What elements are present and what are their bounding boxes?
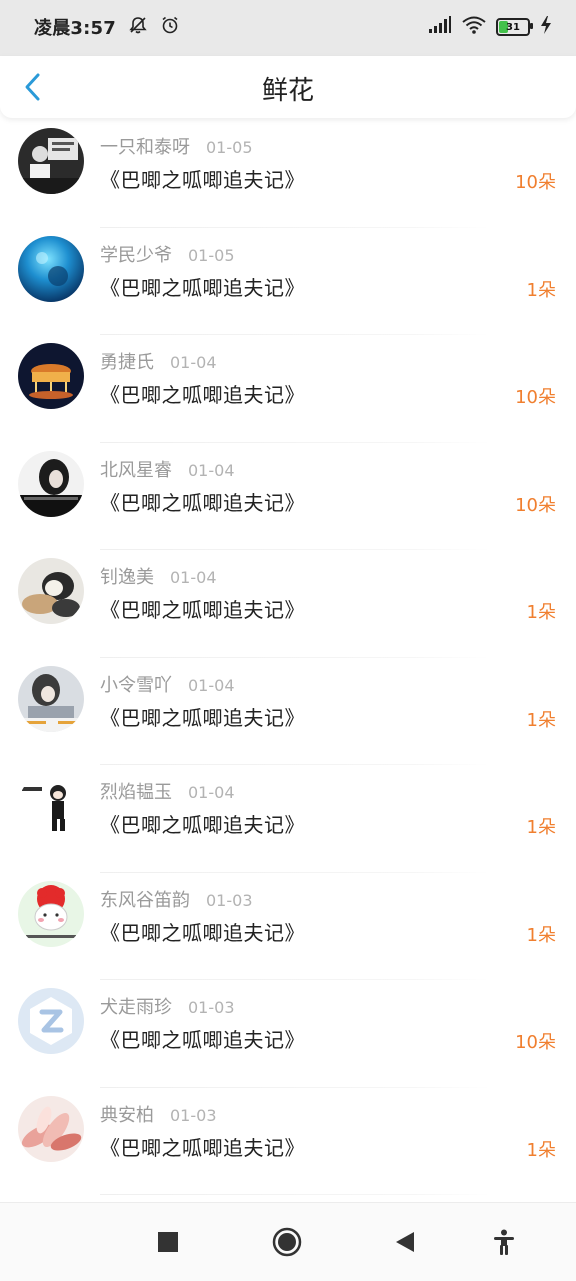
user-name: 学民少爷: [100, 244, 172, 266]
book-title: 《巴唧之呱唧追夫记》: [100, 813, 305, 837]
avatar[interactable]: [18, 1095, 84, 1162]
item-meta: 北风星睿 01-04: [100, 456, 235, 482]
book-title: 《巴唧之呱唧追夫记》: [100, 920, 305, 945]
mute-icon: [128, 15, 148, 39]
status-bar: 凌晨3:57 31: [0, 0, 576, 56]
flower-count: 10朵: [515, 172, 556, 193]
avatar[interactable]: [18, 450, 84, 517]
item-meta: 学民少爷 01-05: [100, 241, 235, 267]
system-nav-bar: [0, 1202, 576, 1281]
flower-count: 10朵: [515, 1032, 556, 1053]
flower-count: 10朵: [515, 387, 556, 408]
item-meta: 典安柏 01-03: [100, 1101, 217, 1127]
gift-date: 01-03: [206, 890, 253, 910]
avatar[interactable]: [18, 988, 84, 1054]
battery-level: 31: [506, 21, 520, 33]
book-title: 《巴唧之呱唧追夫记》: [100, 168, 305, 192]
book-title: 《巴唧之呱唧追夫记》: [100, 490, 305, 515]
avatar[interactable]: [18, 773, 84, 839]
user-name: 勇捷氏: [100, 352, 154, 373]
list-item[interactable]: 勇捷氏 01-04 《巴唧之呱唧追夫记》 10朵: [0, 335, 576, 443]
flower-gift-list: 一只和泰呀 01-05 《巴唧之呱唧追夫记》 10朵 学民少爷 01-05 《巴…: [0, 120, 576, 1195]
accessibility-button[interactable]: [487, 1227, 521, 1261]
user-name: 典安柏: [100, 1104, 154, 1126]
flower-count: 1朵: [526, 602, 556, 623]
accessibility-icon: [492, 1229, 516, 1259]
list-item[interactable]: 犬走雨珍 01-03 《巴唧之呱唧追夫记》 10朵: [0, 980, 576, 1088]
recents-button[interactable]: [151, 1227, 185, 1261]
home-circle-icon: [272, 1227, 302, 1261]
item-meta: 东风谷笛韵 01-03: [100, 886, 253, 912]
item-meta: 烈焰韫玉 01-04: [100, 778, 235, 804]
avatar[interactable]: [18, 665, 84, 732]
avatar[interactable]: [18, 558, 84, 624]
recents-square-icon: [157, 1231, 179, 1257]
status-time: 凌晨3:57: [34, 18, 116, 39]
gift-date: 01-04: [170, 568, 217, 587]
book-title: 《巴唧之呱唧追夫记》: [100, 705, 305, 730]
list-item[interactable]: 小令雪吖 01-04 《巴唧之呱唧追夫记》 1朵: [0, 658, 576, 765]
list-item[interactable]: 典安柏 01-03 《巴唧之呱唧追夫记》 1朵: [0, 1088, 576, 1195]
status-right: 31: [428, 16, 552, 38]
user-name: 北风星睿: [100, 459, 172, 481]
gift-date: 01-04: [188, 675, 235, 695]
back-nav-button[interactable]: [388, 1227, 422, 1261]
avatar[interactable]: [18, 343, 84, 409]
alarm-icon: [160, 15, 180, 39]
book-title: 《巴唧之呱唧追夫记》: [100, 383, 305, 407]
gift-date: 01-04: [170, 353, 217, 372]
item-meta: 小令雪吖 01-04: [100, 671, 235, 697]
divider: [100, 1194, 490, 1195]
gift-date: 01-05: [188, 245, 235, 265]
item-meta: 勇捷氏 01-04: [100, 348, 217, 374]
gift-date: 01-03: [188, 998, 235, 1017]
item-meta: 一只和泰呀 01-05: [100, 133, 253, 159]
list-item[interactable]: 一只和泰呀 01-05 《巴唧之呱唧追夫记》 10朵: [0, 120, 576, 228]
status-left: 凌晨3:57: [34, 14, 180, 40]
book-title: 《巴唧之呱唧追夫记》: [100, 1135, 305, 1160]
avatar[interactable]: [18, 235, 84, 302]
user-name: 东风谷笛韵: [100, 889, 190, 911]
signal-icon: [428, 16, 452, 38]
gift-date: 01-04: [188, 460, 235, 480]
flower-count: 1朵: [526, 709, 556, 731]
list-item[interactable]: 东风谷笛韵 01-03 《巴唧之呱唧追夫记》 1朵: [0, 873, 576, 980]
flower-count: 1朵: [526, 924, 556, 946]
avatar[interactable]: [18, 880, 84, 947]
list-item[interactable]: 北风星睿 01-04 《巴唧之呱唧追夫记》 10朵: [0, 443, 576, 550]
list-item[interactable]: 钊逸美 01-04 《巴唧之呱唧追夫记》 1朵: [0, 550, 576, 658]
battery-icon: 31: [496, 18, 533, 36]
user-name: 一只和泰呀: [100, 137, 190, 158]
avatar[interactable]: [18, 128, 84, 194]
gift-date: 01-03: [170, 1105, 217, 1125]
back-triangle-icon: [394, 1230, 416, 1258]
flower-count: 1朵: [526, 817, 556, 838]
user-name: 钊逸美: [100, 567, 154, 588]
book-title: 《巴唧之呱唧追夫记》: [100, 598, 305, 622]
gift-date: 01-04: [188, 783, 235, 802]
header: 鲜花: [0, 56, 576, 118]
page-title: 鲜花: [261, 76, 314, 106]
item-meta: 犬走雨珍 01-03: [100, 993, 235, 1019]
home-button[interactable]: [270, 1227, 304, 1261]
book-title: 《巴唧之呱唧追夫记》: [100, 275, 305, 300]
flower-count: 1朵: [526, 279, 556, 301]
gift-date: 01-05: [206, 138, 253, 157]
book-title: 《巴唧之呱唧追夫记》: [100, 1028, 305, 1052]
list-item[interactable]: 烈焰韫玉 01-04 《巴唧之呱唧追夫记》 1朵: [0, 765, 576, 873]
charging-icon: [540, 16, 552, 38]
wifi-icon: [462, 16, 486, 38]
user-name: 烈焰韫玉: [100, 782, 172, 803]
flower-count: 1朵: [526, 1139, 556, 1161]
user-name: 小令雪吖: [100, 674, 172, 696]
flower-count: 10朵: [515, 494, 556, 516]
list-item[interactable]: 学民少爷 01-05 《巴唧之呱唧追夫记》 1朵: [0, 228, 576, 335]
item-meta: 钊逸美 01-04: [100, 563, 217, 589]
user-name: 犬走雨珍: [100, 997, 172, 1018]
